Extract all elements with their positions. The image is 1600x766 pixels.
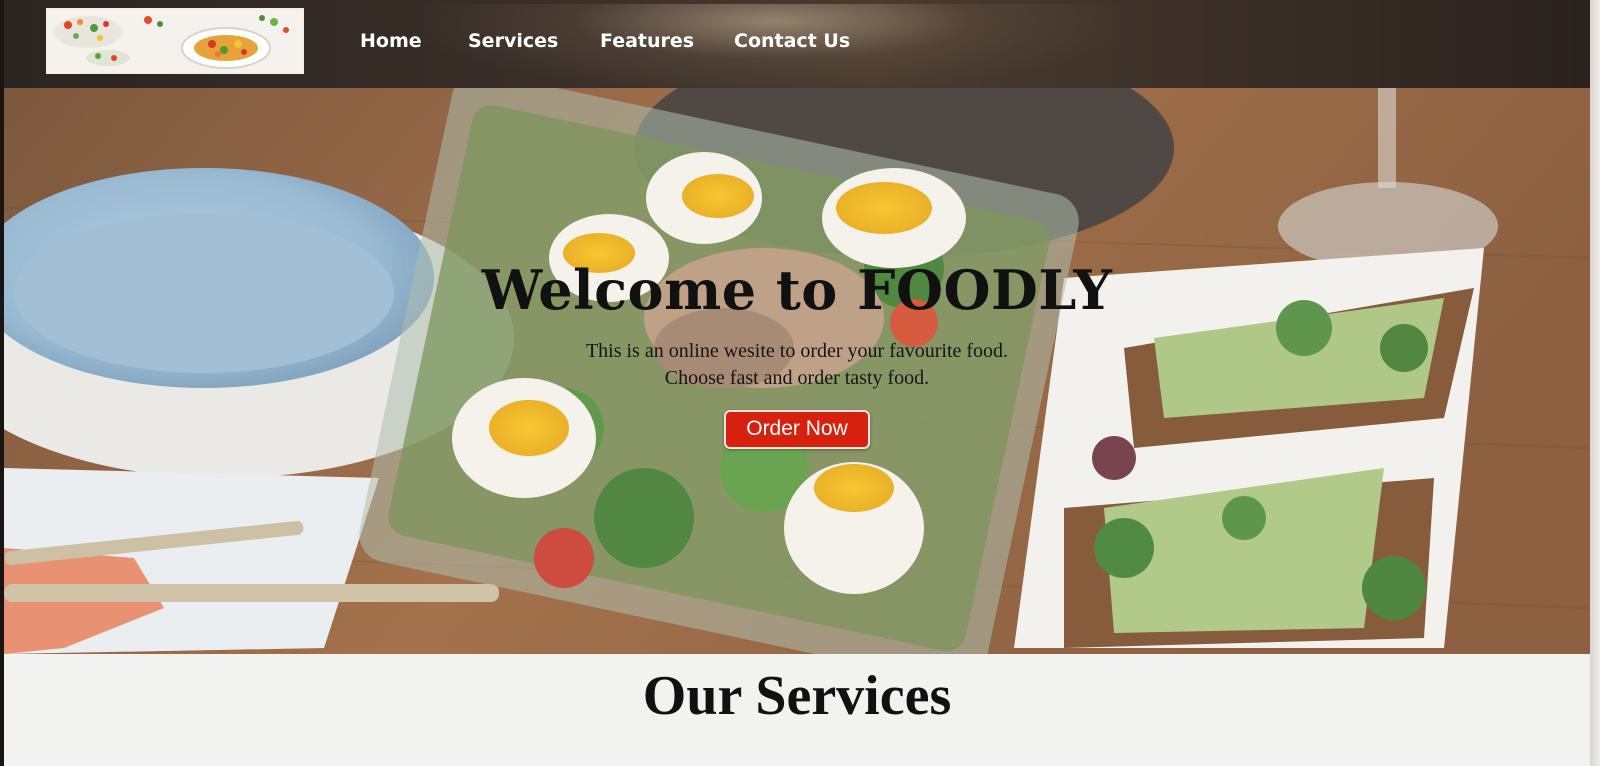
hero-subtitle-line-2: Choose fast and order tasty food.: [664, 367, 930, 389]
nav-features-link[interactable]: Features: [600, 30, 694, 52]
hero-content: Welcome to FOODLY This is an online wesi…: [4, 258, 1590, 449]
hero-subtitle-line-1: This is an online wesite to order your f…: [585, 340, 1009, 362]
hero-section: Welcome to FOODLY This is an online wesi…: [4, 88, 1590, 654]
browser-viewport: Home Services Features Contact Us Welcom…: [0, 0, 1600, 766]
hero-subtitle: This is an online wesite to order your f…: [4, 338, 1590, 392]
order-now-button[interactable]: Order Now: [724, 410, 870, 449]
site-logo[interactable]: [46, 8, 304, 74]
logo-food-image: [48, 10, 302, 72]
services-section: Our Services: [4, 654, 1590, 766]
monitor-edge: [1590, 0, 1600, 766]
nav-home-link[interactable]: Home: [360, 30, 422, 52]
nav-services-link[interactable]: Services: [468, 30, 558, 52]
site-header: Home Services Features Contact Us: [4, 0, 1590, 88]
hero-title: Welcome to FOODLY: [481, 258, 1113, 322]
services-heading: Our Services: [642, 665, 952, 727]
nav-contact-link[interactable]: Contact Us: [734, 30, 850, 52]
